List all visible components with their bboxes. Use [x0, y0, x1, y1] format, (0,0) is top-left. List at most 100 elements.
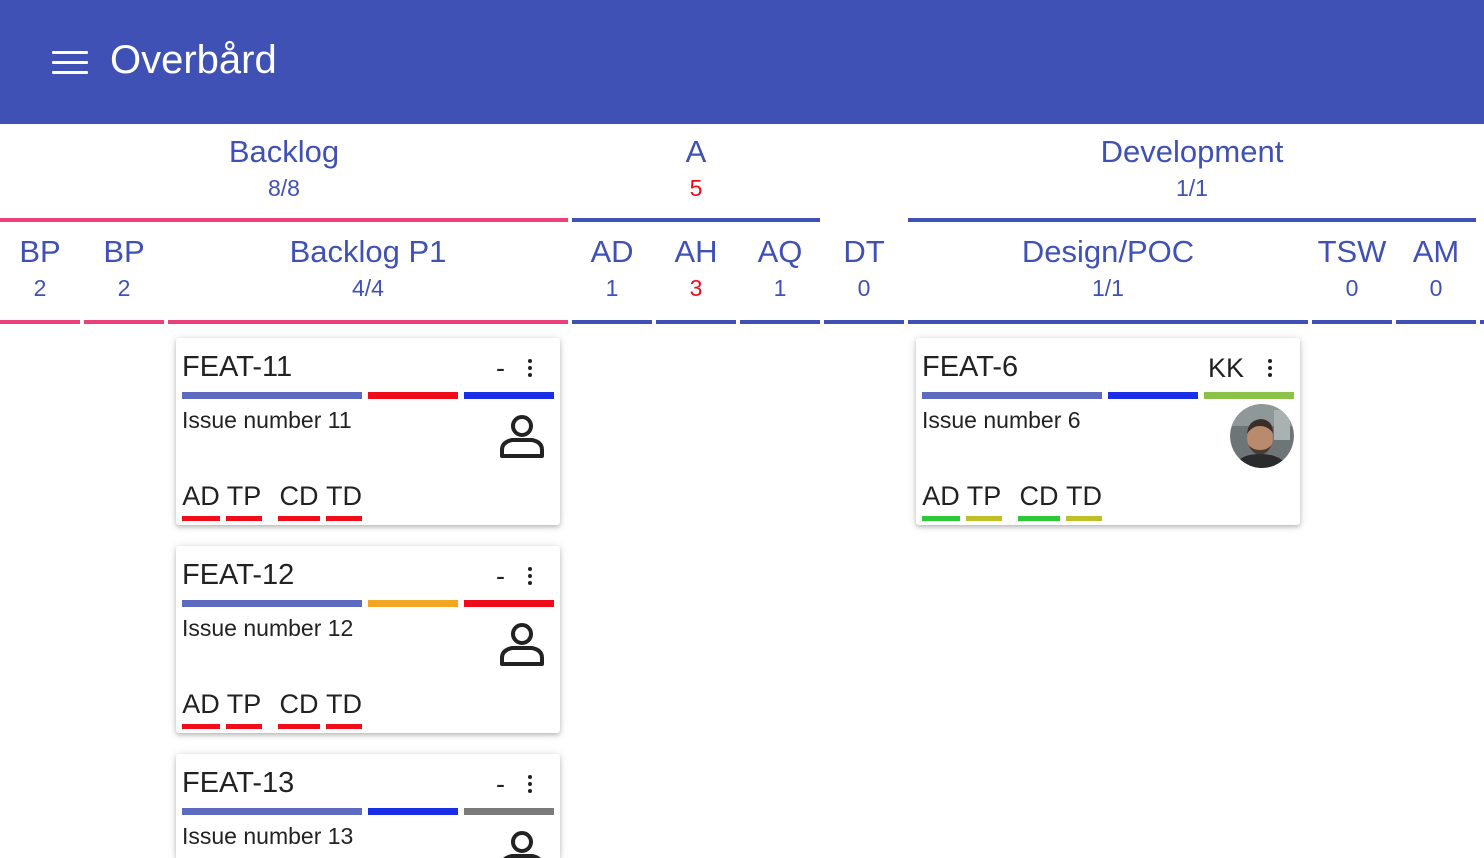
card-assignee: - — [496, 769, 505, 799]
column-header-aq[interactable]: AQ 1 — [740, 234, 820, 302]
task-badge[interactable]: TP — [226, 688, 262, 729]
column-name: TSW — [1317, 234, 1387, 269]
column-divider — [908, 320, 1308, 324]
column-name: DT — [843, 234, 885, 269]
column-divider — [1312, 320, 1392, 324]
task-label: TP — [226, 689, 262, 719]
more-vert-icon[interactable] — [1260, 356, 1280, 382]
bar-segment — [182, 600, 362, 607]
issue-card[interactable]: FEAT-6 KK Issue number 6 AD TP CD TD — [916, 338, 1300, 525]
column-count: 2 — [117, 275, 131, 301]
column-header-design-poc[interactable]: Design/POC 1/1 — [908, 234, 1308, 302]
column-divider — [84, 320, 164, 324]
card-assignee: - — [496, 353, 505, 383]
card-id: FEAT-6 — [922, 351, 1019, 383]
task-label: CD — [1019, 481, 1059, 511]
task-badge[interactable]: AD — [182, 688, 220, 729]
column-divider — [168, 320, 568, 324]
task-label: AD — [182, 481, 220, 511]
bar-segment — [922, 392, 1102, 399]
task-label: TP — [966, 481, 1002, 511]
column-count: 0 — [1429, 275, 1443, 301]
column-name: AH — [674, 234, 718, 269]
group-name: A — [685, 134, 707, 169]
column-count: 0 — [1345, 275, 1359, 301]
task-label: AD — [182, 689, 220, 719]
more-vert-icon[interactable] — [520, 356, 540, 382]
group-count: 8/8 — [268, 175, 300, 201]
bar-segment — [368, 392, 458, 399]
column-count: 4/4 — [352, 275, 384, 301]
card-progress-bars — [182, 808, 554, 815]
app-bar: Overbård — [0, 0, 1484, 124]
column-name: Backlog P1 — [289, 234, 447, 269]
card-assignee: KK — [1208, 353, 1245, 383]
app-title: Overbård — [110, 38, 277, 82]
bar-segment — [182, 392, 362, 399]
person-icon — [500, 623, 544, 666]
card-progress-bars — [182, 600, 554, 607]
column-name: AM — [1412, 234, 1460, 269]
person-icon — [503, 831, 541, 858]
user-avatar — [1230, 404, 1294, 468]
task-badge[interactable]: AD — [922, 480, 960, 521]
column-name: BP — [103, 234, 145, 269]
column-header-bp[interactable]: BP 2 — [0, 234, 80, 302]
column-count: 0 — [857, 275, 871, 301]
issue-card[interactable]: FEAT-13 - Issue number 13 — [176, 754, 560, 858]
task-label: TD — [326, 689, 362, 719]
task-badge[interactable]: TD — [326, 688, 362, 729]
group-header-backlog: Backlog 8/8 — [0, 134, 568, 202]
task-badge[interactable]: CD — [278, 688, 320, 729]
task-label: CD — [279, 481, 319, 511]
column-count: 1/1 — [1092, 275, 1124, 301]
card-progress-bars — [922, 392, 1294, 399]
column-header-ad[interactable]: AD 1 — [572, 234, 652, 302]
bar-segment — [464, 808, 554, 815]
column-name: Design/POC — [1021, 234, 1195, 269]
column-divider — [0, 320, 80, 324]
bar-segment — [464, 392, 554, 399]
column-header-am[interactable]: AM 0 — [1396, 234, 1476, 302]
column-header-bp[interactable]: BP 2 — [84, 234, 164, 302]
task-badge[interactable]: CD — [278, 480, 320, 521]
card-assignee: - — [496, 561, 505, 591]
task-label: TP — [226, 481, 262, 511]
menu-icon[interactable] — [46, 44, 94, 80]
column-divider — [740, 320, 820, 324]
column-header-ah[interactable]: AH 3 — [656, 234, 736, 302]
card-id: FEAT-11 — [182, 351, 293, 383]
task-badge[interactable]: TP — [226, 480, 262, 521]
column-name: BP — [19, 234, 61, 269]
column-header-tsw[interactable]: TSW 0 — [1312, 234, 1392, 302]
bar-segment — [368, 808, 458, 815]
card-id: FEAT-13 — [182, 767, 295, 799]
card-description: Issue number 11 — [182, 407, 352, 433]
more-vert-icon[interactable] — [520, 772, 540, 798]
column-header-dt[interactable]: DT 0 — [824, 234, 904, 302]
column-count: 3 — [689, 275, 703, 301]
task-label: TD — [326, 481, 362, 511]
card-description: Issue number 13 — [182, 823, 354, 849]
task-label: AD — [922, 481, 960, 511]
more-vert-icon[interactable] — [520, 564, 540, 590]
bar-segment — [182, 808, 362, 815]
group-divider — [572, 218, 820, 222]
issue-card[interactable]: FEAT-11 - Issue number 11 AD TP CD TD — [176, 338, 560, 525]
column-divider — [824, 320, 904, 324]
group-count: 5 — [689, 175, 703, 201]
issue-card[interactable]: FEAT-12 - Issue number 12 AD TP CD TD — [176, 546, 560, 733]
column-name: AD — [590, 234, 634, 269]
task-badge[interactable]: TP — [966, 480, 1002, 521]
card-description: Issue number 12 — [182, 615, 354, 641]
task-badge[interactable]: TD — [326, 480, 362, 521]
group-divider — [0, 218, 568, 222]
group-header-a: A 5 — [572, 134, 820, 202]
task-badge[interactable]: TD — [1066, 480, 1102, 521]
task-badge[interactable]: CD — [1018, 480, 1060, 521]
column-header-backlog-p1[interactable]: Backlog P1 4/4 — [168, 234, 568, 302]
bar-segment — [1204, 392, 1294, 399]
group-count: 1/1 — [1176, 175, 1208, 201]
column-divider — [656, 320, 736, 324]
task-badge[interactable]: AD — [182, 480, 220, 521]
